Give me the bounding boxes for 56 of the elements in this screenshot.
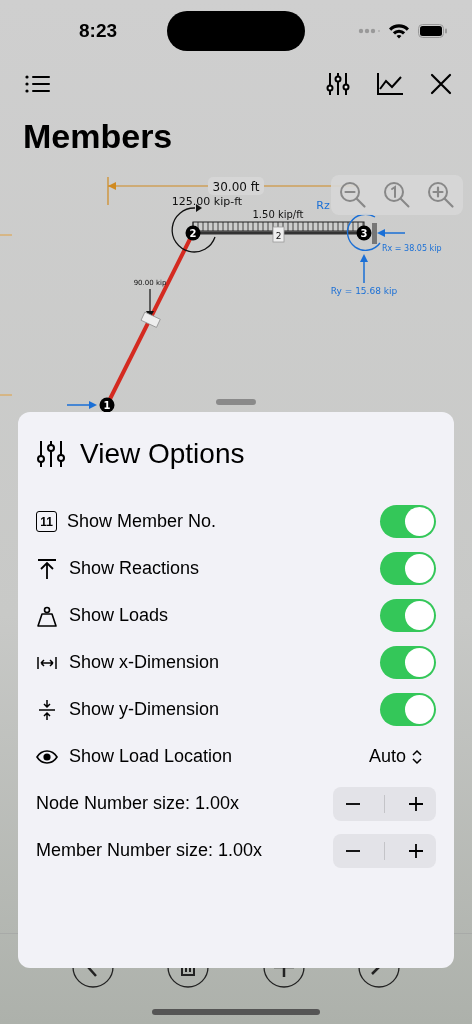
reaction-label: Rx = 38.05 kip [382, 244, 442, 253]
node-marker [99, 397, 115, 413]
toggle-switch[interactable] [380, 552, 436, 585]
page-title: Members [23, 116, 174, 157]
sheet-title: View Options [80, 438, 245, 470]
node-label: 2 [189, 228, 197, 239]
battery-icon [418, 24, 448, 38]
load-location-picker[interactable]: Auto [368, 744, 422, 769]
distributed-load-label: 1.50 kip/ft [252, 209, 304, 220]
plus-icon[interactable] [407, 794, 425, 813]
chevron-up-down-icon [412, 748, 422, 765]
number-badge-icon: 11 [36, 511, 57, 532]
toggle-switch[interactable] [380, 646, 436, 679]
list-icon[interactable] [25, 74, 51, 94]
sliders-icon[interactable] [326, 72, 350, 96]
weight-icon [36, 604, 58, 627]
sliders-icon [36, 440, 66, 468]
wifi-icon [388, 23, 410, 39]
toggle-switch[interactable] [380, 599, 436, 632]
reactions-icon [36, 557, 58, 580]
line-chart-icon[interactable] [376, 72, 404, 96]
option-label: Show Loads [69, 605, 169, 626]
vertical-dimension-icon [36, 698, 58, 721]
moment-arrow [171, 204, 216, 253]
signal-icon [358, 27, 380, 35]
option-label: Show Reactions [69, 558, 200, 579]
node-marker [356, 225, 372, 241]
option-label: Show Load Location [69, 746, 233, 767]
option-label: Show y-Dimension [69, 699, 220, 720]
dimension-label: 30.00 ft [212, 180, 260, 194]
member-tag [140, 311, 161, 328]
option-label: Show Member No. [67, 511, 217, 532]
reaction-moment-label: Rz [316, 199, 330, 212]
option-label: Node Number size: 1.00x [36, 793, 240, 814]
reaction-label: Ry = 15.68 kip [330, 286, 398, 296]
toggle-switch[interactable] [380, 505, 436, 538]
member-label: 2 [275, 231, 282, 241]
node-label: 1 [103, 400, 111, 411]
stepper-control[interactable] [333, 786, 436, 821]
option-label: Member Number size: 1.00x [36, 840, 263, 861]
node-label: 3 [360, 228, 368, 239]
close-icon[interactable] [430, 73, 452, 95]
fixed-support [372, 223, 377, 244]
drag-handle[interactable] [216, 399, 256, 405]
plus-icon[interactable] [407, 841, 425, 860]
status-time: 8:23 [78, 20, 118, 42]
toggle-switch[interactable] [380, 693, 436, 726]
reaction-moment-arc [346, 213, 381, 251]
member-label-background [272, 226, 285, 243]
option-label: Show x-Dimension [69, 652, 220, 673]
reaction-arrow [377, 229, 406, 237]
moment-label: 125.00 kip-ft [171, 195, 243, 208]
reaction-arrow [66, 401, 97, 409]
node-marker [185, 225, 201, 241]
stepper-control[interactable] [333, 833, 436, 868]
reaction-arrow [360, 254, 368, 284]
